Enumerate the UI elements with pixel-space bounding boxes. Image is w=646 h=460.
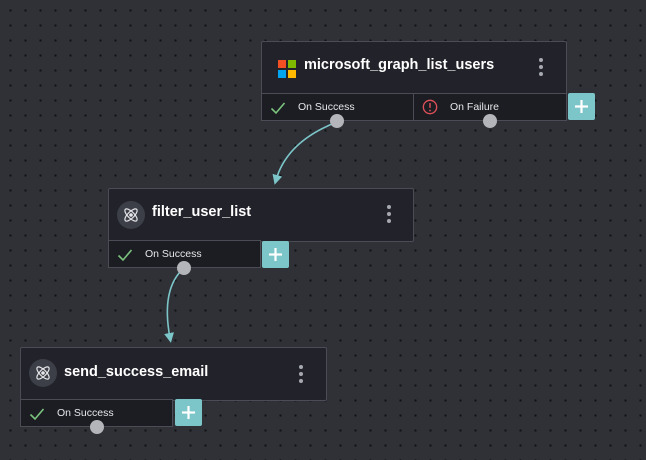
node-filter-user-list[interactable]: filter_user_list: [108, 188, 414, 242]
checkmark-icon: [270, 102, 286, 115]
branch-label: On Success: [298, 101, 355, 113]
branch-label: On Success: [145, 248, 202, 260]
more-vertical-icon[interactable]: [384, 203, 394, 227]
node-title: filter_user_list: [152, 204, 252, 220]
output-port-on-success[interactable]: [177, 261, 191, 275]
add-branch-button[interactable]: [262, 241, 289, 268]
connector-filter-to-email: [164, 267, 185, 343]
workflow-canvas[interactable]: microsoft_graph_list_users On Success On…: [0, 0, 646, 460]
node-send-success-email[interactable]: send_success_email: [20, 347, 327, 401]
branch-row-graph: On Success On Failure: [261, 93, 567, 121]
connector-graph-to-filter: [272, 121, 338, 185]
output-port-on-failure[interactable]: [483, 114, 497, 128]
atom-icon: [28, 358, 58, 388]
alert-circle-icon: [422, 99, 438, 115]
node-title: send_success_email: [64, 364, 209, 380]
output-port-on-success[interactable]: [90, 420, 104, 434]
atom-icon: [116, 200, 146, 230]
node-microsoft-graph-list-users[interactable]: microsoft_graph_list_users: [261, 41, 567, 95]
plus-icon: [269, 248, 282, 261]
output-port-on-success[interactable]: [330, 114, 344, 128]
branch-label: On Failure: [450, 101, 500, 113]
add-branch-button[interactable]: [175, 399, 202, 426]
checkmark-icon: [117, 249, 133, 262]
plus-icon: [575, 100, 588, 113]
node-title: microsoft_graph_list_users: [304, 57, 495, 73]
plus-icon: [182, 406, 195, 419]
microsoft-logo-icon: [272, 54, 302, 84]
checkmark-icon: [29, 408, 45, 421]
more-vertical-icon[interactable]: [296, 363, 306, 387]
add-branch-button[interactable]: [568, 93, 595, 120]
more-vertical-icon[interactable]: [536, 56, 546, 80]
branch-label: On Success: [57, 407, 114, 419]
